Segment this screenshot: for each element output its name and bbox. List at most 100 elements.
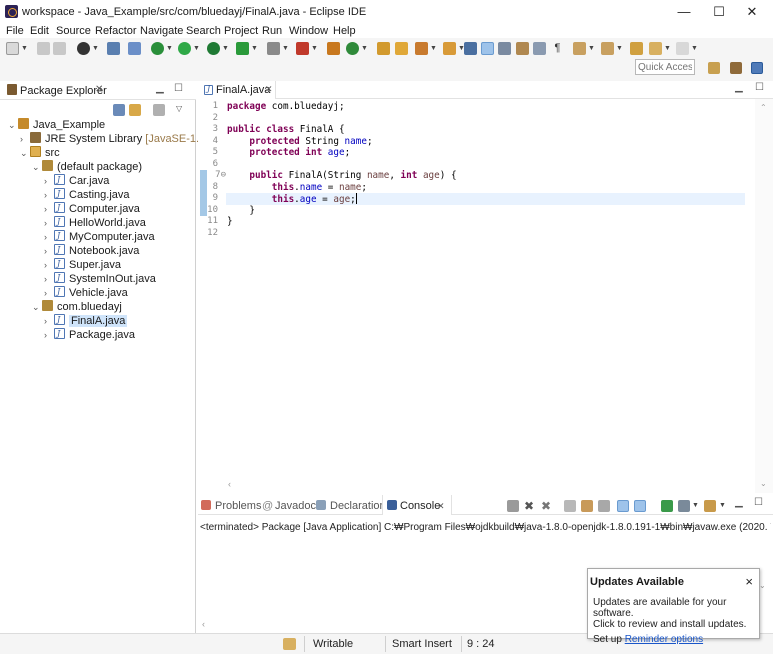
menu-source[interactable]: Source — [56, 24, 91, 38]
next-annotation-dropdown-icon[interactable]: ▼ — [588, 45, 595, 52]
tree-default-package[interactable]: ⌄ (default package) — [32, 160, 142, 173]
chevron-right-icon[interactable]: › — [44, 217, 54, 230]
stop-icon[interactable] — [267, 42, 280, 55]
maximize-view-icon[interactable]: ☐ — [174, 83, 183, 94]
new-class-dropdown-icon[interactable]: ▼ — [361, 45, 368, 52]
search-dropdown-icon[interactable]: ▼ — [430, 45, 437, 52]
debug-dropdown-icon[interactable]: ▼ — [166, 45, 173, 52]
editor-vertical-scrollbar[interactable]: ⌃ ⌄ — [755, 99, 773, 493]
menu-help[interactable]: Help — [333, 24, 356, 38]
code-line[interactable]: } — [227, 205, 255, 217]
scroll-up-icon[interactable]: ⌃ — [760, 103, 767, 112]
minimize-console-icon[interactable]: ▁ — [735, 497, 743, 508]
show-console-error-icon[interactable] — [634, 500, 646, 512]
menu-run[interactable]: Run — [262, 24, 282, 38]
search-icon[interactable] — [415, 42, 428, 55]
debug-icon[interactable] — [151, 42, 164, 55]
open-console-dropdown-icon[interactable]: ▼ — [719, 502, 726, 509]
close-button[interactable]: ✕ — [730, 0, 773, 24]
chevron-right-icon[interactable]: › — [44, 329, 54, 342]
last-edit-location-icon[interactable] — [630, 42, 643, 55]
menu-file[interactable]: File — [6, 24, 24, 38]
chevron-right-icon[interactable]: › — [44, 287, 54, 300]
menu-navigate[interactable]: Navigate — [140, 24, 183, 38]
tab-problems[interactable]: Problems — [215, 500, 261, 512]
chevron-right-icon[interactable]: › — [44, 203, 54, 216]
tree-jre-library[interactable]: › JRE System Library [JavaSE-1.8] — [20, 132, 208, 145]
save-icon[interactable] — [37, 42, 50, 55]
console-scroll-down-icon[interactable]: ⌄ — [759, 581, 766, 590]
collapse-all-icon[interactable] — [113, 104, 125, 116]
minimize-editor-icon[interactable]: ▁ — [735, 82, 743, 93]
menu-project[interactable]: Project — [224, 24, 258, 38]
run-dropdown-icon[interactable]: ▼ — [193, 45, 200, 52]
console-scroll-left-icon[interactable]: ‹ — [202, 619, 205, 629]
stop-dropdown-icon[interactable]: ▼ — [282, 45, 289, 52]
menu-refactor[interactable]: Refactor — [95, 24, 137, 38]
tree-file-package[interactable]: › Package.java — [44, 327, 135, 342]
chevron-down-icon[interactable]: ⌄ — [8, 119, 18, 132]
editor-tab-close-icon[interactable]: ✕ — [265, 84, 273, 95]
word-wrap-console-icon[interactable] — [598, 500, 610, 512]
chevron-right-icon[interactable]: › — [44, 231, 54, 244]
updates-line2[interactable]: Click to review and install updates. — [593, 619, 761, 630]
remove-all-icon[interactable]: ✖ — [541, 500, 553, 512]
new-java-project-icon[interactable] — [327, 42, 340, 55]
tree-file-mycomputer[interactable]: › MyComputer.java — [44, 229, 155, 244]
tree-file-computer[interactable]: › Computer.java — [44, 201, 140, 216]
focus-active-task-icon[interactable] — [153, 104, 165, 116]
forward-dropdown-icon[interactable]: ▼ — [691, 45, 698, 52]
pilcrow-icon[interactable]: ¶ — [551, 42, 564, 55]
tree-file-casting[interactable]: › Casting.java — [44, 187, 130, 202]
package-explorer-close-icon[interactable]: ✕ — [95, 84, 103, 95]
maximize-console-icon[interactable]: ☐ — [754, 497, 763, 508]
updates-notification[interactable]: Updates Available × Updates are availabl… — [587, 568, 761, 645]
open-perspective-task-icon[interactable] — [443, 42, 456, 55]
chevron-right-icon[interactable]: › — [44, 315, 54, 328]
tab-console-active[interactable]: Console ✕ — [382, 495, 452, 515]
chevron-right-icon[interactable]: › — [44, 245, 54, 258]
tree-src[interactable]: ⌄ src — [20, 146, 60, 159]
new-class-icon[interactable] — [346, 42, 359, 55]
code-line[interactable]: package com.bluedayj; — [227, 101, 345, 113]
editor-tab-finala[interactable]: FinalA.java ✕ — [198, 81, 276, 99]
save-all-icon[interactable] — [53, 42, 66, 55]
chevron-right-icon[interactable]: › — [44, 189, 54, 202]
scroll-down-icon[interactable]: ⌄ — [760, 479, 767, 488]
tree-file-super[interactable]: › Super.java — [44, 257, 121, 272]
view-menu-icon[interactable]: ▽ — [176, 104, 182, 113]
tab-javadoc[interactable]: Javadoc — [275, 500, 316, 512]
display-console-icon[interactable] — [678, 500, 690, 512]
external-tools-icon[interactable] — [296, 42, 309, 55]
chevron-down-icon[interactable]: ⌄ — [20, 147, 30, 160]
chevron-right-icon[interactable]: › — [44, 175, 54, 188]
run-last-tool-dropdown-icon[interactable]: ▼ — [251, 45, 258, 52]
run-last-tool-icon[interactable] — [236, 42, 249, 55]
chevron-down-icon[interactable]: ⌄ — [32, 161, 42, 174]
menu-search[interactable]: Search — [186, 24, 221, 38]
line-number[interactable]: 7⊖ — [198, 170, 226, 182]
scroll-left-icon[interactable]: ‹ — [228, 479, 231, 489]
console-view-icon[interactable] — [107, 42, 120, 55]
new-icon[interactable] — [6, 42, 19, 55]
external-tools-dropdown-icon[interactable]: ▼ — [311, 45, 318, 52]
code-line[interactable]: public class FinalA { — [227, 124, 345, 136]
show-console-output-icon[interactable] — [617, 500, 629, 512]
tree-file-finala[interactable]: › FinalA.java — [44, 313, 128, 328]
open-perspective-icon[interactable] — [708, 62, 720, 74]
previous-annotation-icon[interactable] — [601, 42, 614, 55]
tree-file-systeminout[interactable]: › SystemInOut.java — [44, 271, 156, 285]
toggle-markers-icon[interactable] — [464, 42, 477, 55]
menu-edit[interactable]: Edit — [30, 24, 49, 38]
tree-file-notebook[interactable]: › Notebook.java — [44, 243, 139, 258]
mark-occurrences-icon[interactable] — [481, 42, 494, 55]
user-dropdown-icon[interactable]: ▼ — [92, 45, 99, 52]
pin-console-icon[interactable] — [661, 500, 673, 512]
previous-annotation-dropdown-icon[interactable]: ▼ — [616, 45, 623, 52]
show-whitespace-icon[interactable] — [516, 42, 529, 55]
reminder-options-link[interactable]: Reminder options — [625, 634, 703, 645]
java-perspective-icon[interactable] — [751, 62, 763, 74]
coverage-dropdown-icon[interactable]: ▼ — [222, 45, 229, 52]
updates-close-button[interactable]: × — [745, 574, 753, 589]
chevron-right-icon[interactable]: › — [44, 259, 54, 272]
